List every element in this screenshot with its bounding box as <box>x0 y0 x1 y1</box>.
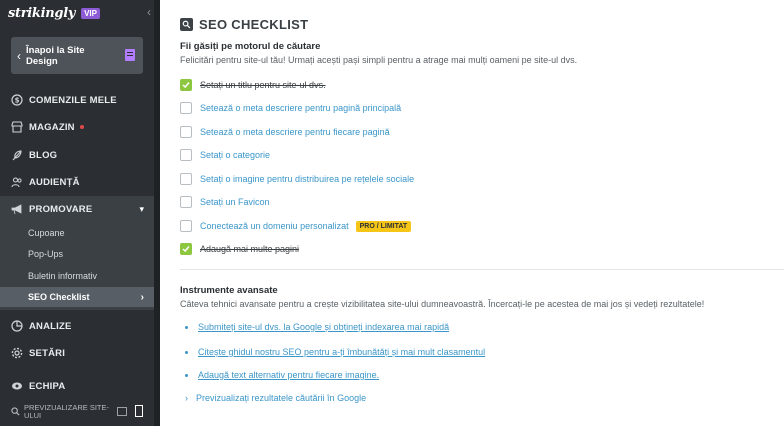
nav-item-promote[interactable]: PROMOVARE ▾ <box>0 197 154 221</box>
preview-bar: PREVIZUALIZARE SITE-ULUI <box>0 398 154 426</box>
checklist-item[interactable]: Setați o categorie <box>180 148 270 162</box>
gear-icon <box>11 347 23 359</box>
checkbox[interactable] <box>180 149 192 161</box>
advanced-link-item[interactable]: Submiteți site-ul dvs. la Google și obți… <box>185 320 449 334</box>
nav-item-blog[interactable]: BLOG <box>0 143 154 167</box>
checklist-link[interactable]: Setează o meta descriere pentru fiecare … <box>200 127 390 137</box>
nav-label-promote: PROMOVARE <box>29 203 93 215</box>
section-divider <box>180 269 784 270</box>
nav-label-settings: SETĂRI <box>29 347 66 359</box>
checklist-item[interactable]: Setați un Favicon <box>180 195 270 209</box>
checklist-label: Adaugă mai multe pagini <box>200 244 300 254</box>
checklist-item[interactable]: Setați un titlu pentru site-ul dvs. <box>180 78 326 92</box>
pro-limited-badge: PRO / LIMITAT <box>355 220 412 232</box>
page-title: SEO CHECKLIST <box>199 17 309 32</box>
checkbox[interactable] <box>180 196 192 208</box>
nav-item-store[interactable]: MAGAZIN <box>0 115 154 139</box>
advanced-link-item[interactable]: Citește ghidul nostru SEO pentru a-ți îm… <box>185 345 485 359</box>
nav-label-blog: BLOG <box>29 149 58 161</box>
section-title-search: Fii găsiți pe motorul de căutare <box>180 41 321 52</box>
sidebar-scrollbar[interactable] <box>154 0 160 426</box>
pie-chart-icon <box>11 320 23 332</box>
feather-pen-icon <box>11 149 23 161</box>
checklist-link[interactable]: Setați un Favicon <box>200 197 270 207</box>
notification-dot <box>79 125 84 129</box>
checkbox[interactable] <box>180 102 192 114</box>
sub-item-newsletter[interactable]: Buletin informativ <box>0 266 154 286</box>
bullet <box>185 373 188 377</box>
nav-label-analytics: ANALIZE <box>29 320 72 332</box>
search-icon <box>11 403 20 421</box>
checkmark-icon <box>182 82 190 89</box>
checkbox-checked[interactable] <box>180 243 192 255</box>
nav-label-audience: AUDIENȚĂ <box>29 176 80 188</box>
store-icon <box>11 121 23 133</box>
checklist-label: Setați un titlu pentru site-ul dvs. <box>200 80 326 90</box>
checkmark-icon <box>182 246 190 253</box>
page-title-row: SEO CHECKLIST <box>180 17 308 32</box>
vip-badge: VIP <box>81 7 100 19</box>
checkbox-checked[interactable] <box>180 79 192 91</box>
sub-item-seo-checklist[interactable]: SEO Checklist › <box>0 287 154 307</box>
team-icon <box>11 380 23 392</box>
google-preview-toggle[interactable]: › Previzualizați rezultatele căutării în… <box>185 391 366 405</box>
sub-item-seo-label: SEO Checklist <box>28 292 90 302</box>
chevron-left-icon: ‹ <box>17 48 21 63</box>
nav-item-orders[interactable]: $ COMENZILE MELE <box>0 88 154 112</box>
checklist-link[interactable]: Conectează un domeniu personalizat <box>200 221 349 231</box>
brand-logo[interactable]: strikingly VIP <box>8 5 100 21</box>
bullet <box>185 350 188 354</box>
users-icon <box>11 176 23 188</box>
nav-item-analytics[interactable]: ANALIZE <box>0 314 154 338</box>
checklist-link[interactable]: Setați o categorie <box>200 150 270 160</box>
section-title-advanced: Instrumente avansate <box>180 285 278 296</box>
google-preview-label: Previzualizați rezultatele căutării în G… <box>196 393 367 403</box>
checkbox[interactable] <box>180 126 192 138</box>
sub-item-coupons[interactable]: Cupoane <box>0 223 154 243</box>
checkbox[interactable] <box>180 173 192 185</box>
nav-label-orders: COMENZILE MELE <box>29 94 117 106</box>
magnifier-icon <box>180 18 193 31</box>
svg-text:$: $ <box>15 97 20 105</box>
chevron-down-icon: ▾ <box>139 203 144 214</box>
sidebar: strikingly VIP ‹ ‹ Înapoi la Site Design… <box>0 0 160 426</box>
desktop-preview-icon[interactable] <box>117 407 127 416</box>
alt-text-link[interactable]: Adaugă text alternativ pentru fiecare im… <box>198 370 379 380</box>
sub-item-popups[interactable]: Pop-Ups <box>0 244 154 264</box>
checklist-item[interactable]: Adaugă mai multe pagini <box>180 242 299 256</box>
checklist-item[interactable]: Setează o meta descriere pentru pagină p… <box>180 101 401 115</box>
dollar-circle-icon: $ <box>11 94 23 106</box>
section-desc-advanced: Câteva tehnici avansate pentru a crește … <box>180 299 705 309</box>
advanced-link-item[interactable]: Adaugă text alternativ pentru fiecare im… <box>185 368 379 382</box>
nav-label-store: MAGAZIN <box>29 121 75 133</box>
nav-label-team: ECHIPA <box>29 380 66 392</box>
checklist-item[interactable]: Setați o imagine pentru distribuirea pe … <box>180 172 414 186</box>
seo-guide-link[interactable]: Citește ghidul nostru SEO pentru a-ți îm… <box>198 347 485 357</box>
checklist-item[interactable]: Setează o meta descriere pentru fiecare … <box>180 125 390 139</box>
submit-to-google-link[interactable]: Submiteți site-ul dvs. la Google și obți… <box>198 322 449 332</box>
brand-name: strikingly <box>8 5 76 21</box>
chevron-right-icon: › <box>140 291 144 303</box>
collapse-sidebar-icon[interactable]: ‹ <box>147 5 151 19</box>
checklist-link[interactable]: Setați o imagine pentru distribuirea pe … <box>200 174 414 184</box>
checklist-link[interactable]: Setează o meta descriere pentru pagină p… <box>200 103 401 113</box>
nav-item-team[interactable]: ECHIPA <box>0 374 154 398</box>
section-desc-search: Felicitări pentru site-ul tău! Urmați ac… <box>180 55 578 65</box>
preview-site-label[interactable]: PREVIZUALIZARE SITE-ULUI <box>24 404 119 420</box>
nav-item-audience[interactable]: AUDIENȚĂ <box>0 170 154 194</box>
back-button-label: Înapoi la Site Design <box>26 44 85 67</box>
checklist-item[interactable]: Conectează un domeniu personalizat PRO /… <box>180 219 412 233</box>
checkbox[interactable] <box>180 220 192 232</box>
mobile-preview-icon[interactable] <box>135 405 143 417</box>
megaphone-icon <box>11 203 23 215</box>
bullet <box>185 325 188 329</box>
page-editor-icon <box>125 49 135 61</box>
chevron-right-icon: › <box>185 393 188 403</box>
nav-item-settings[interactable]: SETĂRI <box>0 341 154 365</box>
back-to-site-design-button[interactable]: ‹ Înapoi la Site Design <box>11 37 143 74</box>
